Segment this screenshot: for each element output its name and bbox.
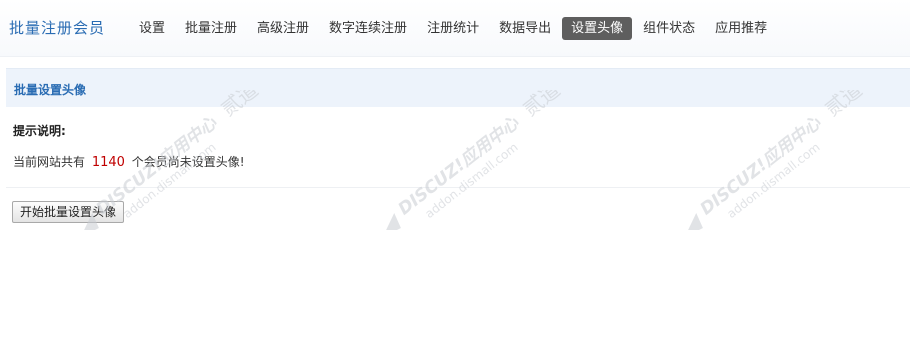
divider	[6, 187, 910, 188]
app-title: 批量注册会员	[9, 19, 106, 37]
watermark-url: addon.dismall.com	[724, 140, 822, 221]
nav-item-data-export[interactable]: 数据导出	[490, 17, 560, 40]
start-batch-avatar-button[interactable]: 开始批量设置头像	[12, 201, 125, 223]
main-nav: 设置 批量注册 高级注册 数字连续注册 注册统计 数据导出 设置头像 组件状态 …	[130, 16, 778, 40]
member-count: 1140	[91, 155, 125, 170]
tip-prefix: 当前网站共有	[13, 155, 86, 169]
nav-item-sequential-register[interactable]: 数字连续注册	[320, 17, 416, 40]
section-title: 批量设置头像	[14, 83, 87, 97]
tip-title: 提示说明:	[13, 124, 66, 138]
nav-item-app-recommend[interactable]: 应用推荐	[706, 17, 776, 40]
nav-item-component-status[interactable]: 组件状态	[634, 17, 704, 40]
watermark-brand: DISCUZ!应用中心	[395, 113, 524, 220]
nav-item-batch-register[interactable]: 批量注册	[176, 17, 246, 40]
nav-item-register-stats[interactable]: 注册统计	[418, 17, 488, 40]
watermark-url: addon.dismall.com	[422, 140, 520, 221]
watermark-brand: DISCUZ!应用中心	[697, 113, 826, 220]
nav-item-set-avatar[interactable]: 设置头像	[562, 16, 633, 40]
tip-suffix: 个会员尚未设置头像!	[131, 155, 245, 169]
nav-item-advanced-register[interactable]: 高级注册	[248, 17, 318, 40]
watermark-logo-icon: DISCUZ!应用中心 addon.dismall.com 贰道	[684, 90, 867, 230]
nav-item-settings[interactable]: 设置	[130, 17, 174, 40]
top-bar: 批量注册会员 设置 批量注册 高级注册 数字连续注册 注册统计 数据导出 设置头…	[0, 0, 910, 57]
section-header: 批量设置头像	[6, 68, 910, 107]
watermark-logo-icon: DISCUZ!应用中心 addon.dismall.com 贰道	[382, 90, 565, 230]
tip-message: 当前网站共有 1140 个会员尚未设置头像!	[13, 153, 245, 170]
